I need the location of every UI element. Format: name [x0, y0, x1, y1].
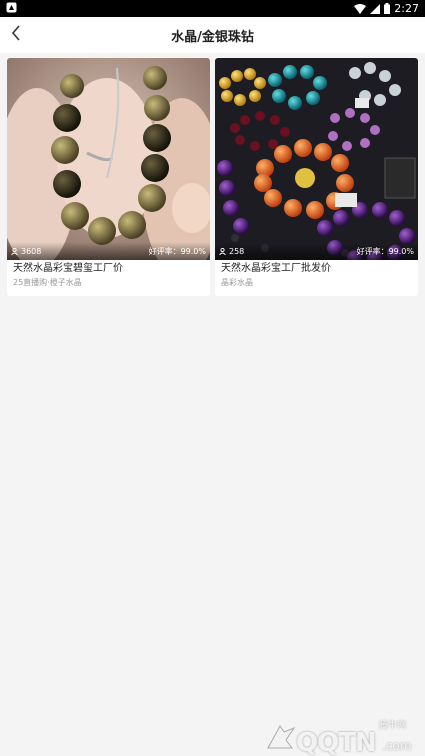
status-bar: 2:27 [0, 0, 425, 17]
android-notification-icon [6, 2, 17, 16]
back-arrow-icon [11, 25, 21, 45]
watermark-logo-icon [264, 722, 298, 756]
watermark-cn: 腾牛网 [379, 721, 407, 731]
product-image[interactable]: 3608 好评率：99.0% [7, 58, 210, 260]
rating: 好评率：99.0% [148, 246, 206, 256]
shop-name: 25直播购·橙子水晶 [13, 278, 82, 287]
image-info-overlay: 3608 好评率：99.0% [7, 242, 210, 260]
clock: 2:27 [394, 2, 419, 15]
battery-icon [384, 3, 391, 14]
viewer-person-icon [11, 247, 18, 255]
product-image[interactable]: 258 好评率：99.0% [215, 58, 418, 260]
signal-icon [370, 3, 381, 14]
watermark-com: .com [382, 739, 412, 753]
product-name: 天然水晶彩宝工厂批发价 [221, 263, 331, 274]
watermark: QQTN .com 腾牛网 [264, 712, 422, 756]
viewer-count: 3608 [21, 246, 42, 256]
product-card[interactable]: 258 好评率：99.0% 天然水晶彩宝工厂批发价 晶彩水晶 [215, 58, 418, 296]
shop-name: 晶彩水晶 [221, 278, 253, 287]
viewer-count: 258 [229, 246, 245, 256]
wifi-icon [354, 3, 367, 14]
product-card[interactable]: 3608 好评率：99.0% 天然水晶彩宝碧玺工厂价 25直播购·橙子水晶 [7, 58, 210, 296]
product-name: 天然水晶彩宝碧玺工厂价 [13, 263, 123, 274]
top-nav-bar: 水晶/金银珠钻 [0, 17, 425, 53]
page-title: 水晶/金银珠钻 [171, 29, 254, 45]
image-info-overlay: 258 好评率：99.0% [215, 242, 418, 260]
product-grid: 3608 好评率：99.0% 天然水晶彩宝碧玺工厂价 25直播购·橙子水晶 25… [7, 58, 418, 296]
viewer-person-icon [219, 247, 226, 255]
watermark-logo: QQTN [296, 728, 377, 756]
rating: 好评率：99.0% [356, 246, 414, 256]
back-button[interactable] [6, 23, 26, 47]
